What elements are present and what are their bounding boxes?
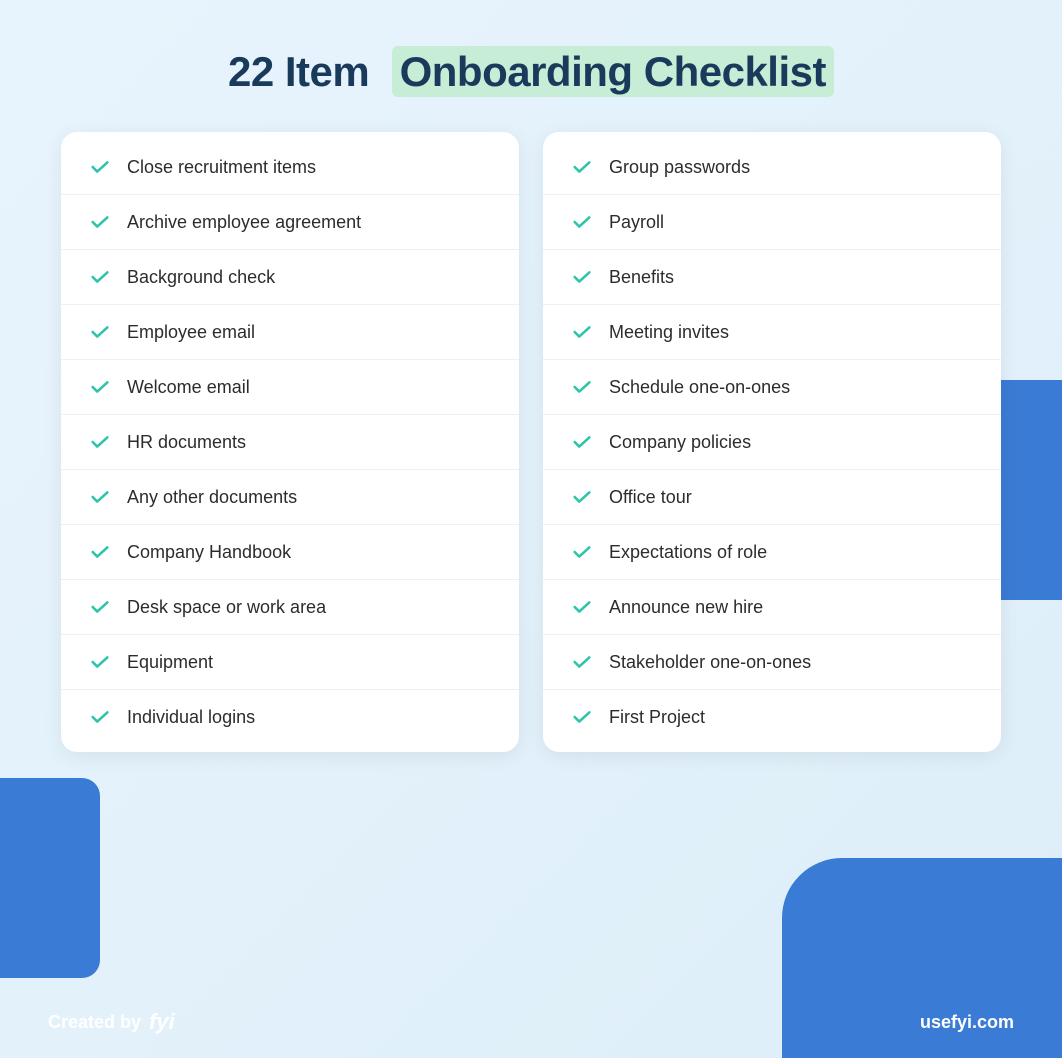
left-checklist-card: Close recruitment items Archive employee…	[61, 132, 519, 752]
item-label: Group passwords	[609, 157, 750, 178]
decorative-shape-left	[0, 778, 100, 978]
check-icon	[89, 651, 111, 673]
check-icon	[89, 486, 111, 508]
list-item: Office tour	[543, 470, 1001, 525]
check-icon	[571, 431, 593, 453]
item-label: Expectations of role	[609, 542, 767, 563]
check-icon	[571, 651, 593, 673]
list-item: Group passwords	[543, 140, 1001, 195]
list-item: Welcome email	[61, 360, 519, 415]
list-item: Desk space or work area	[61, 580, 519, 635]
list-item: Archive employee agreement	[61, 195, 519, 250]
list-item: HR documents	[61, 415, 519, 470]
item-label: Desk space or work area	[127, 597, 326, 618]
check-icon	[89, 376, 111, 398]
footer-brand: Created by fyi	[48, 1009, 175, 1035]
list-item: Any other documents	[61, 470, 519, 525]
list-item: Schedule one-on-ones	[543, 360, 1001, 415]
item-label: Schedule one-on-ones	[609, 377, 790, 398]
check-icon	[571, 211, 593, 233]
list-item: Individual logins	[61, 690, 519, 744]
check-icon	[571, 706, 593, 728]
item-label: Meeting invites	[609, 322, 729, 343]
item-label: Stakeholder one-on-ones	[609, 652, 811, 673]
item-label: Archive employee agreement	[127, 212, 361, 233]
check-icon	[571, 541, 593, 563]
list-item: Company policies	[543, 415, 1001, 470]
check-icon	[571, 376, 593, 398]
check-icon	[89, 266, 111, 288]
item-label: Individual logins	[127, 707, 255, 728]
item-label: Office tour	[609, 487, 692, 508]
item-label: Announce new hire	[609, 597, 763, 618]
item-label: Company Handbook	[127, 542, 291, 563]
item-label: Benefits	[609, 267, 674, 288]
item-label: Equipment	[127, 652, 213, 673]
list-item: Expectations of role	[543, 525, 1001, 580]
created-by-label: Created by	[48, 1012, 141, 1033]
check-icon	[89, 541, 111, 563]
check-icon	[89, 706, 111, 728]
check-icon	[571, 486, 593, 508]
check-icon	[571, 321, 593, 343]
check-icon	[89, 321, 111, 343]
item-label: HR documents	[127, 432, 246, 453]
item-label: Any other documents	[127, 487, 297, 508]
brand-name: fyi	[149, 1009, 175, 1035]
check-icon	[89, 431, 111, 453]
page-title: 22 Item Onboarding Checklist	[228, 48, 834, 96]
list-item: Company Handbook	[61, 525, 519, 580]
check-icon	[89, 596, 111, 618]
list-item: Announce new hire	[543, 580, 1001, 635]
list-item: Close recruitment items	[61, 140, 519, 195]
item-label: First Project	[609, 707, 705, 728]
check-icon	[89, 156, 111, 178]
list-item: Equipment	[61, 635, 519, 690]
right-checklist-card: Group passwords Payroll Benefits Meeting…	[543, 132, 1001, 752]
check-icon	[89, 211, 111, 233]
list-item: Stakeholder one-on-ones	[543, 635, 1001, 690]
item-label: Welcome email	[127, 377, 250, 398]
list-item: Benefits	[543, 250, 1001, 305]
page-header: 22 Item Onboarding Checklist	[228, 48, 834, 96]
check-icon	[571, 596, 593, 618]
title-highlight: Onboarding Checklist	[392, 46, 834, 97]
footer-url: usefyi.com	[920, 1012, 1014, 1033]
item-label: Employee email	[127, 322, 255, 343]
list-item: Background check	[61, 250, 519, 305]
list-item: Meeting invites	[543, 305, 1001, 360]
list-item: Payroll	[543, 195, 1001, 250]
check-icon	[571, 266, 593, 288]
item-label: Payroll	[609, 212, 664, 233]
checklist-columns: Close recruitment items Archive employee…	[61, 132, 1001, 752]
item-label: Company policies	[609, 432, 751, 453]
check-icon	[571, 156, 593, 178]
list-item: First Project	[543, 690, 1001, 744]
list-item: Employee email	[61, 305, 519, 360]
footer: Created by fyi usefyi.com	[0, 986, 1062, 1058]
title-prefix: 22 Item	[228, 48, 369, 95]
item-label: Background check	[127, 267, 275, 288]
item-label: Close recruitment items	[127, 157, 316, 178]
